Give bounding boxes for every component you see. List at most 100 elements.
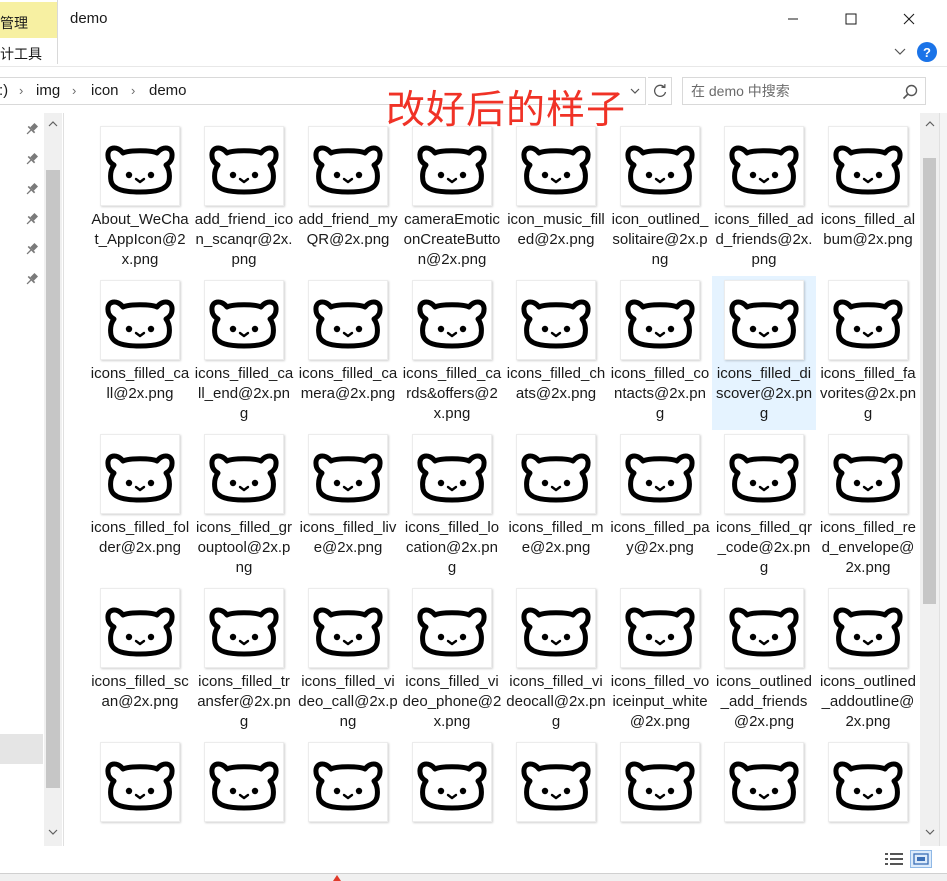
file-tile[interactable]: icons_filled_qr_code@2x.png: [712, 430, 816, 584]
large-icons-view-button[interactable]: [910, 850, 932, 868]
file-tile[interactable]: [192, 738, 296, 845]
file-name: icons_filled_scan@2x.png: [91, 673, 189, 710]
file-tile[interactable]: icons_outlined_addoutline@2x.png: [816, 584, 920, 738]
pin-icon[interactable]: [24, 181, 40, 197]
file-name: icons_outlined_add_friends@2x.png: [716, 673, 812, 730]
file-name: icon_outlined_solitaire@2x.png: [611, 211, 709, 268]
bear-face-icon: [209, 761, 279, 811]
file-tile[interactable]: icons_filled_call@2x.png: [88, 276, 192, 430]
file-tile[interactable]: [504, 738, 608, 845]
file-tile[interactable]: icons_filled_video_call@2x.png: [296, 584, 400, 738]
file-tile[interactable]: icon_outlined_solitaire@2x.png: [608, 122, 712, 276]
file-tile[interactable]: icons_filled_folder@2x.png: [88, 430, 192, 584]
file-name: icons_filled_videocall@2x.png: [506, 673, 606, 730]
file-tile[interactable]: icons_filled_contacts@2x.png: [608, 276, 712, 430]
file-tile[interactable]: About_WeChat_AppIcon@2x.png: [88, 122, 192, 276]
breadcrumb-drive[interactable]: :): [0, 82, 8, 99]
scroll-up-arrow[interactable]: [920, 117, 939, 131]
file-thumbnail: [724, 588, 804, 668]
file-tile[interactable]: icons_filled_grouptool@2x.png: [192, 430, 296, 584]
nav-scroll-thumb[interactable]: [46, 170, 60, 788]
scroll-up-arrow[interactable]: [44, 117, 62, 131]
file-tile[interactable]: [816, 738, 920, 845]
file-name: icon_music_filled@2x.png: [507, 211, 605, 248]
file-name: icons_filled_favorites@2x.png: [819, 365, 917, 422]
pin-icon[interactable]: [24, 211, 40, 227]
minimize-button[interactable]: [770, 0, 816, 38]
file-tile[interactable]: add_friend_myQR@2x.png: [296, 122, 400, 276]
file-tile[interactable]: icons_filled_me@2x.png: [504, 430, 608, 584]
bear-face-icon: [209, 145, 279, 195]
file-tile[interactable]: [712, 738, 816, 845]
file-tile[interactable]: icons_filled_location@2x.png: [400, 430, 504, 584]
details-view-icon[interactable]: [884, 851, 904, 867]
pin-icon[interactable]: [24, 121, 40, 137]
bear-face-icon: [209, 607, 279, 657]
address-dropdown-button[interactable]: [623, 77, 647, 105]
file-tile[interactable]: icons_outlined_add_friends@2x.png: [712, 584, 816, 738]
search-input[interactable]: [691, 81, 891, 101]
file-tile[interactable]: [88, 738, 192, 845]
file-tile[interactable]: icons_filled_pay@2x.png: [608, 430, 712, 584]
file-tile[interactable]: icon_music_filled@2x.png: [504, 122, 608, 276]
breadcrumb-img[interactable]: img: [36, 82, 60, 99]
file-tile[interactable]: icons_filled_scan@2x.png: [88, 584, 192, 738]
pin-icon[interactable]: [24, 271, 40, 287]
ribbon-tab-manage[interactable]: 管理: [0, 2, 57, 38]
file-tile[interactable]: icons_filled_chats@2x.png: [504, 276, 608, 430]
minimize-icon: [788, 18, 798, 20]
bear-face-icon: [833, 453, 903, 503]
help-icon[interactable]: ?: [917, 42, 937, 62]
file-tile[interactable]: icons_filled_discover@2x.png: [712, 276, 816, 430]
file-tile[interactable]: icons_filled_red_envelope@2x.png: [816, 430, 920, 584]
bear-face-icon: [833, 607, 903, 657]
file-tile[interactable]: icons_filled_voiceinput_white@2x.png: [608, 584, 712, 738]
search-box[interactable]: [682, 77, 926, 105]
nav-item-selected[interactable]: [0, 734, 43, 764]
file-tile[interactable]: icons_filled_cards&offers@2x.png: [400, 276, 504, 430]
file-tile[interactable]: icons_filled_album@2x.png: [816, 122, 920, 276]
file-thumbnail: [100, 742, 180, 822]
ribbon-tab-picture-tools[interactable]: 计工具: [0, 42, 57, 64]
refresh-button[interactable]: [648, 77, 672, 105]
file-thumbnail: [204, 126, 284, 206]
file-tile[interactable]: [608, 738, 712, 845]
file-tile[interactable]: icons_filled_video_phone@2x.png: [400, 584, 504, 738]
file-tile[interactable]: icons_filled_call_end@2x.png: [192, 276, 296, 430]
file-tile[interactable]: icons_filled_camera@2x.png: [296, 276, 400, 430]
file-name: icons_filled_qr_code@2x.png: [716, 519, 812, 576]
file-tile[interactable]: icons_filled_add_friends@2x.png: [712, 122, 816, 276]
chevron-right-icon[interactable]: ›: [19, 83, 23, 98]
file-tile[interactable]: add_friend_icon_scanqr@2x.png: [192, 122, 296, 276]
file-tile[interactable]: cameraEmoticonCreateButton@2x.png: [400, 122, 504, 276]
file-tile[interactable]: icons_filled_live@2x.png: [296, 430, 400, 584]
search-icon[interactable]: [901, 83, 919, 101]
chevron-right-icon[interactable]: ›: [131, 83, 135, 98]
breadcrumb-demo[interactable]: demo: [149, 82, 187, 99]
file-tile[interactable]: icons_filled_videocall@2x.png: [504, 584, 608, 738]
scroll-down-arrow[interactable]: [920, 825, 939, 839]
file-grid-scrollbar[interactable]: [920, 113, 939, 846]
breadcrumb-icon[interactable]: icon: [91, 82, 119, 99]
pane-divider[interactable]: [63, 113, 64, 846]
nav-scrollbar[interactable]: [44, 113, 62, 846]
scroll-down-arrow[interactable]: [44, 825, 62, 839]
file-thumbnail: [724, 280, 804, 360]
file-thumbnail: [620, 588, 700, 668]
file-tile[interactable]: icons_filled_favorites@2x.png: [816, 276, 920, 430]
close-button[interactable]: [886, 0, 932, 38]
bear-face-icon: [105, 453, 175, 503]
file-tile[interactable]: [296, 738, 400, 845]
bear-face-icon: [209, 453, 279, 503]
maximize-button[interactable]: [828, 0, 874, 38]
chevron-down-icon[interactable]: [890, 42, 910, 62]
pin-icon[interactable]: [24, 241, 40, 257]
file-thumbnail: [828, 126, 908, 206]
file-tile[interactable]: [400, 738, 504, 845]
pin-icon[interactable]: [24, 151, 40, 167]
chevron-right-icon[interactable]: ›: [72, 83, 76, 98]
file-grid-scroll-thumb[interactable]: [923, 158, 936, 604]
file-name: icons_filled_discover@2x.png: [715, 365, 813, 422]
file-tile[interactable]: icons_filled_transfer@2x.png: [192, 584, 296, 738]
bear-face-icon: [417, 761, 487, 811]
